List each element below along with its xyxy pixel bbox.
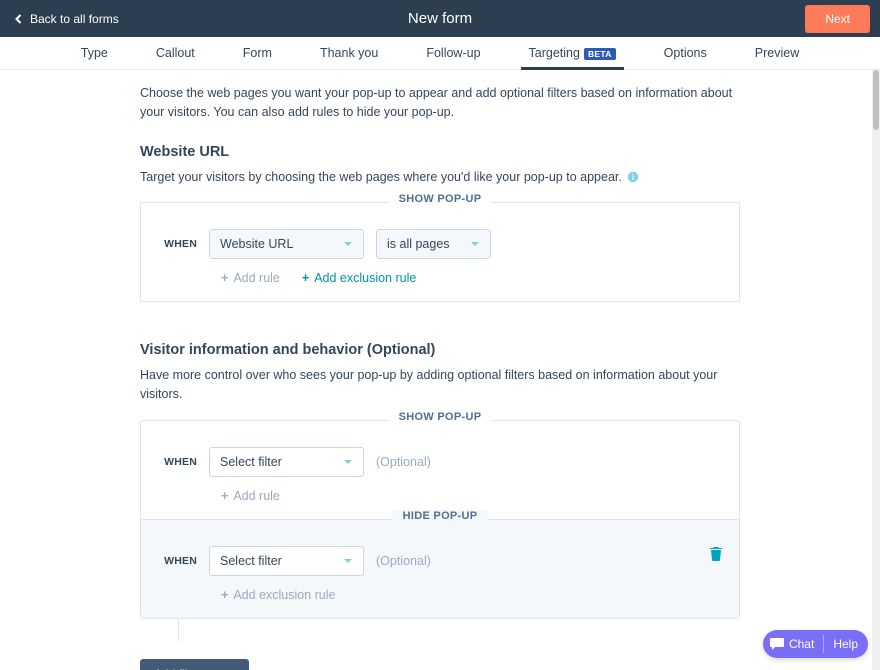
plus-icon: + bbox=[302, 271, 309, 285]
content: Choose the web pages you want your pop-u… bbox=[140, 84, 740, 670]
url-section-desc: Target your visitors by choosing the web… bbox=[140, 168, 740, 187]
when-label: WHEN bbox=[161, 238, 197, 250]
tab-type[interactable]: Type bbox=[81, 37, 108, 69]
svg-text:i: i bbox=[632, 173, 634, 182]
tab-form[interactable]: Form bbox=[243, 37, 272, 69]
help-label: Help bbox=[833, 637, 858, 651]
url-rule-box: SHOW POP-UP WHEN Website URL is all page… bbox=[140, 202, 740, 302]
show-popup-legend: SHOW POP-UP bbox=[389, 411, 492, 423]
tab-thank-you[interactable]: Thank you bbox=[320, 37, 378, 69]
plus-icon: + bbox=[221, 271, 228, 285]
intro-text: Choose the web pages you want your pop-u… bbox=[140, 84, 740, 122]
scrollbar-thumb[interactable] bbox=[873, 70, 879, 130]
tab-targeting[interactable]: Targeting BETA bbox=[529, 37, 616, 69]
page-title: New form bbox=[408, 10, 472, 27]
add-rule-link[interactable]: +Add rule bbox=[221, 271, 280, 285]
add-filter-group-button[interactable]: Add filter group bbox=[140, 659, 249, 670]
top-bar: Back to all forms New form Next bbox=[0, 0, 880, 37]
url-section-title: Website URL bbox=[140, 144, 740, 160]
caret-down-icon bbox=[470, 239, 480, 249]
visitor-filter-select[interactable]: Select filter bbox=[209, 447, 364, 477]
visitor-rule-box: SHOW POP-UP WHEN Select filter (Optional… bbox=[140, 420, 740, 619]
hide-filter-select[interactable]: Select filter bbox=[209, 546, 364, 576]
caret-down-icon bbox=[343, 556, 353, 566]
visitor-section-title: Visitor information and behavior (Option… bbox=[140, 342, 740, 358]
url-operator-select[interactable]: is all pages bbox=[376, 229, 491, 259]
add-rule-link[interactable]: +Add rule bbox=[221, 489, 280, 503]
url-field-select[interactable]: Website URL bbox=[209, 229, 364, 259]
chat-icon bbox=[769, 636, 785, 652]
tab-preview[interactable]: Preview bbox=[755, 37, 799, 69]
group-connector bbox=[178, 619, 179, 641]
next-button[interactable]: Next bbox=[805, 5, 870, 33]
plus-icon: + bbox=[221, 588, 228, 602]
chat-label: Chat bbox=[789, 637, 814, 651]
tab-follow-up[interactable]: Follow-up bbox=[426, 37, 480, 69]
show-popup-legend: SHOW POP-UP bbox=[389, 193, 492, 205]
tab-options[interactable]: Options bbox=[664, 37, 707, 69]
back-label: Back to all forms bbox=[30, 12, 119, 26]
when-label: WHEN bbox=[161, 555, 197, 567]
content-scroll[interactable]: Choose the web pages you want your pop-u… bbox=[0, 70, 880, 670]
tabs-bar: Type Callout Form Thank you Follow-up Ta… bbox=[0, 37, 880, 70]
chevron-left-icon bbox=[14, 14, 24, 24]
visitor-section-desc: Have more control over who sees your pop… bbox=[140, 366, 740, 404]
plus-icon: + bbox=[221, 489, 228, 503]
add-exclusion-link[interactable]: +Add exclusion rule bbox=[302, 271, 416, 285]
optional-label: (Optional) bbox=[376, 554, 431, 568]
info-icon[interactable]: i bbox=[627, 170, 639, 182]
back-link[interactable]: Back to all forms bbox=[0, 12, 133, 26]
delete-icon[interactable] bbox=[709, 546, 723, 561]
caret-down-icon bbox=[343, 457, 353, 467]
hide-popup-section: HIDE POP-UP WHEN Select filter (Optional… bbox=[141, 519, 739, 618]
tab-callout[interactable]: Callout bbox=[156, 37, 195, 69]
help-widget[interactable]: Chat Help bbox=[763, 630, 868, 658]
optional-label: (Optional) bbox=[376, 455, 431, 469]
when-label: WHEN bbox=[161, 456, 197, 468]
tab-targeting-label: Targeting bbox=[529, 46, 580, 60]
beta-badge: BETA bbox=[584, 48, 616, 60]
scrollbar-track[interactable] bbox=[872, 70, 880, 670]
add-exclusion-link[interactable]: +Add exclusion rule bbox=[221, 588, 335, 602]
caret-down-icon bbox=[343, 239, 353, 249]
